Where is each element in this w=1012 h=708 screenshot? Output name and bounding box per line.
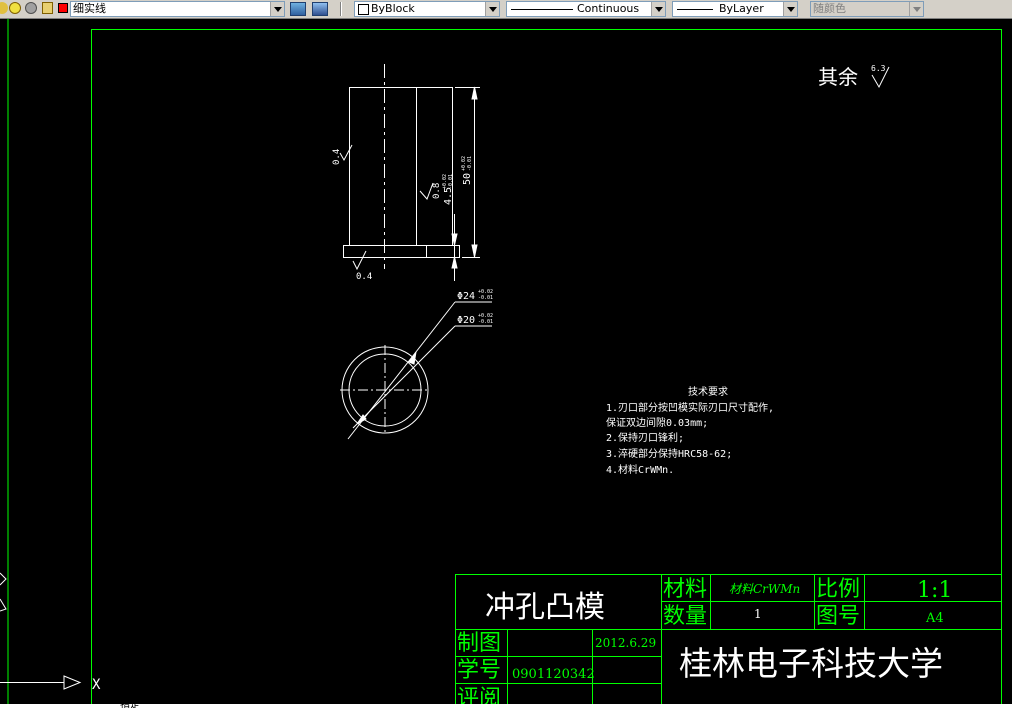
tech-req-title: 技术要求 — [688, 385, 728, 398]
quantity-label: 数量 — [663, 604, 707, 629]
dim-shoulder-tol-lower: -0.01 — [448, 174, 454, 189]
punch-shoulder — [343, 245, 460, 258]
roughness-side-value: 0.4 — [332, 149, 342, 165]
tech-req-line: 3.淬硬部分保持HRC58-62; — [606, 447, 732, 460]
color-dropdown[interactable]: ByBlock — [354, 1, 500, 17]
plotstyle-value: 随颜色 — [813, 2, 846, 15]
roughness-symbol-bottom — [352, 250, 367, 271]
chevron-down-icon[interactable] — [783, 2, 797, 16]
dim-dia-inner: Φ20 — [457, 315, 475, 326]
dim-arrow — [408, 351, 417, 365]
material-value: 材料CrWMn — [729, 582, 800, 596]
axis-x-label: X — [92, 677, 101, 693]
chevron-down-icon[interactable] — [651, 2, 665, 16]
tech-req-line: 保证双边间隙0.03mm; — [606, 416, 708, 429]
student-id-label: 学号 — [457, 658, 501, 683]
front-view — [339, 64, 480, 281]
tech-req-line: 4.材料CrWMn. — [606, 463, 674, 476]
color-swatch-icon — [358, 4, 369, 15]
dim-height-total-tol-lower: -0.01 — [467, 156, 473, 171]
layer-freeze-sun-icon[interactable] — [25, 2, 37, 14]
toolbar-separator — [340, 2, 342, 16]
scale-label: 比例 — [816, 577, 860, 602]
quantity-value: 1 — [754, 607, 762, 621]
lineweight-value: ByLayer — [719, 2, 764, 15]
lineweight-preview-line — [677, 9, 713, 10]
linetype-value: Continuous — [577, 2, 640, 15]
dim-height-total: 50 — [462, 173, 473, 185]
plotstyle-dropdown: 随颜色 — [810, 1, 924, 17]
tech-req-line: 2.保持刃口锋利; — [606, 431, 684, 444]
leader-phi20 — [352, 325, 456, 429]
linetype-preview-line — [511, 9, 573, 10]
make-layer-current-icon[interactable] — [290, 2, 306, 16]
punch-body-outline — [349, 87, 453, 246]
drawing-no-label: 图号 — [816, 604, 860, 629]
part-name: 冲孔凸模 — [485, 590, 605, 625]
layer-dropdown[interactable]: 细实线 — [70, 1, 285, 17]
drawn-date: 2012.6.29 — [595, 636, 656, 650]
dim-arrow — [471, 86, 478, 100]
material-label: 材料 — [663, 577, 707, 602]
chevron-down-icon[interactable] — [485, 2, 499, 16]
drawing-no-value: A4 — [925, 611, 944, 626]
layer-color-swatch — [58, 3, 68, 13]
roughness-bottom-value: 0.4 — [356, 272, 372, 282]
tech-req-line: 1.刃口部分按凹模实际刃口尺寸配作, — [606, 401, 774, 414]
school-name: 桂林电子科技大学 — [679, 644, 943, 683]
tech-req-list: 1.刃口部分按凹模实际刃口尺寸配作, 保证双边间隙0.03mm; 2.保持刃口锋… — [606, 401, 774, 476]
roughness-inner-value: 0.8 — [432, 183, 442, 199]
ucs-axis-icon — [0, 572, 82, 690]
color-value: ByBlock — [371, 2, 415, 15]
layer-lock-icon[interactable] — [42, 2, 53, 14]
layer-previous-icon[interactable] — [312, 2, 328, 16]
drawing-canvas[interactable]: 其余 6.3 0.4 0.4 0.8 50 +0.02 -0.01 4.5 +0… — [0, 19, 1012, 708]
scale-value: 1:1 — [917, 578, 952, 603]
dim-arrow — [451, 256, 458, 269]
drawn-label: 制图 — [457, 631, 501, 656]
layer-state-icon[interactable] — [0, 2, 8, 14]
roughness-other-label: 其余 — [818, 65, 858, 89]
roughness-other-value: 6.3 — [871, 64, 886, 73]
dim-arrow — [471, 244, 478, 258]
student-id-value: 0901120342 — [512, 667, 595, 682]
lineweight-dropdown[interactable]: ByLayer — [672, 1, 798, 17]
chevron-down-icon[interactable] — [270, 2, 284, 16]
properties-toolbar: 细实线 ByBlock Continuous ByLayer 随颜色 — [0, 0, 1012, 19]
command-line-text: 指定 — [120, 704, 140, 708]
linetype-dropdown[interactable]: Continuous — [506, 1, 666, 17]
command-line[interactable]: 指定 — [0, 704, 1012, 708]
dim-dia-inner-tol-lower: -0.01 — [478, 319, 493, 325]
dim-dia-outer-tol-lower: -0.01 — [478, 295, 493, 301]
layer-on-bulb-icon[interactable] — [9, 2, 21, 14]
layer-name: 细实线 — [73, 2, 106, 15]
chevron-down-icon — [909, 2, 923, 16]
dim-dia-outer: Φ24 — [457, 291, 475, 302]
